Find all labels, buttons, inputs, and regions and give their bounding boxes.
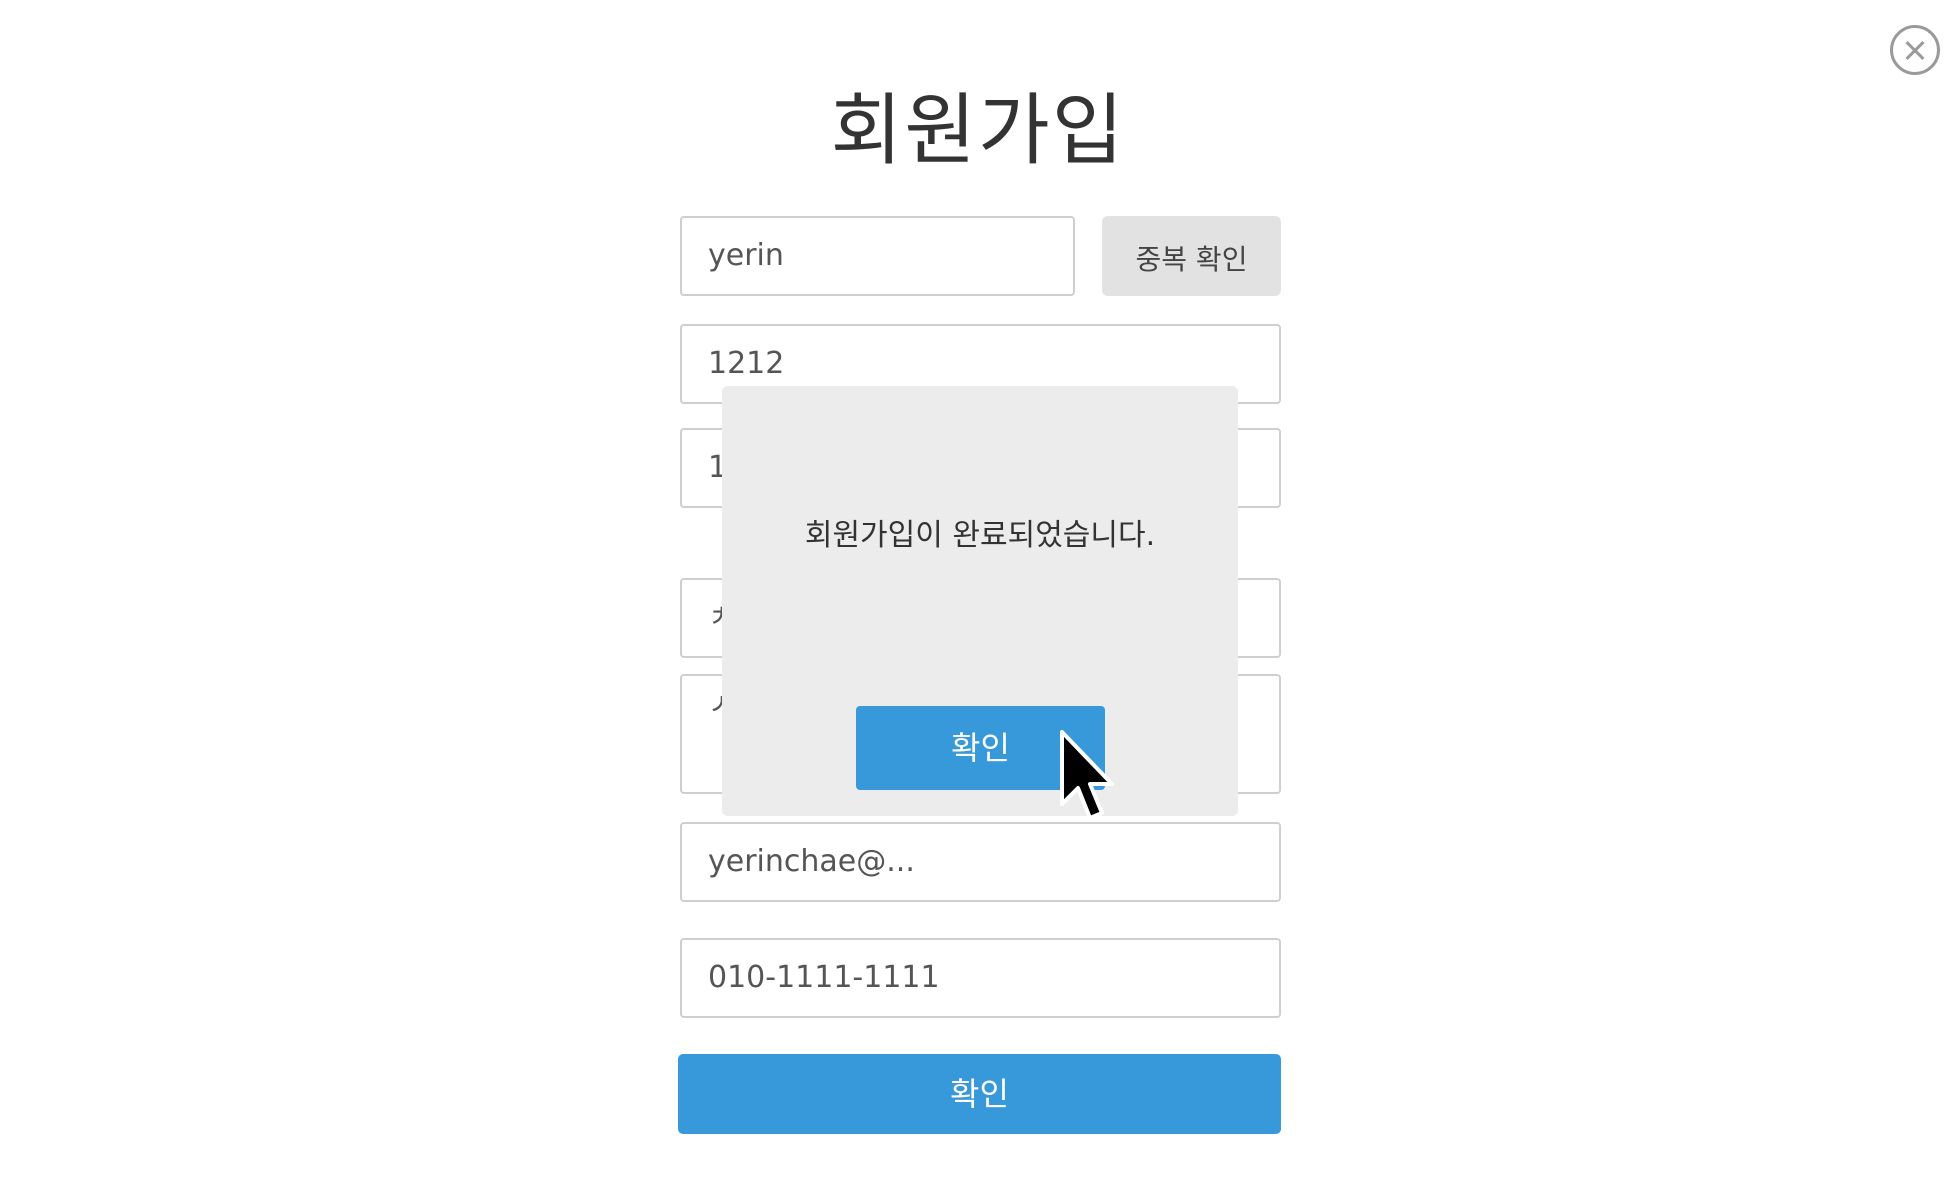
signup-page: 회원가입 yerin 중복 확인 1212 1 ㅊ ㅅ yerinchae@..…	[0, 0, 1956, 1200]
page-title: 회원가입	[830, 86, 1126, 176]
mouse-pointer-icon	[1060, 730, 1114, 820]
submit-button[interactable]: 확인	[678, 1054, 1281, 1134]
phone-input[interactable]: 010-1111-1111	[680, 938, 1281, 1018]
email-input[interactable]: yerinchae@...	[680, 822, 1281, 902]
dialog-message: 회원가입이 완료되었습니다.	[804, 518, 1156, 553]
duplicate-check-button[interactable]: 중복 확인	[1102, 216, 1281, 296]
username-input[interactable]: yerin	[680, 216, 1075, 296]
signup-complete-dialog: 회원가입이 완료되었습니다. 확인	[722, 386, 1238, 816]
